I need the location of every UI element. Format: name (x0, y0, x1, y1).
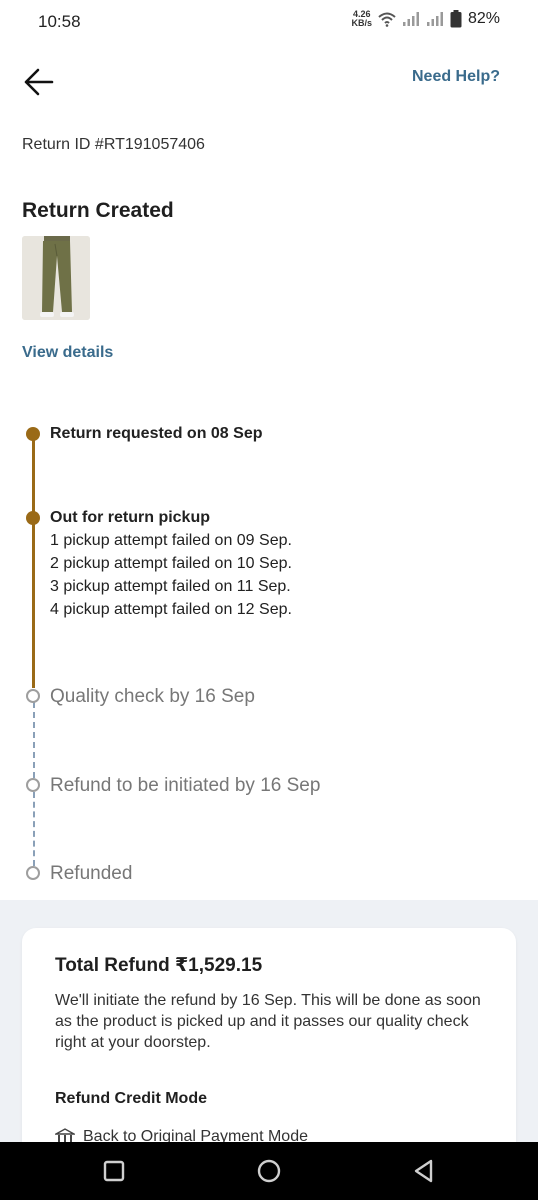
network-speed: 4.26 KB/s (351, 10, 372, 28)
pickup-attempts: 1 pickup attempt failed on 09 Sep. 2 pic… (50, 532, 292, 619)
signal-icon (402, 12, 419, 26)
timeline-dot-done (26, 511, 40, 525)
wifi-icon (378, 12, 396, 27)
system-nav-bar (0, 1142, 538, 1200)
status-icons: 4.26 KB/s 82% (351, 10, 500, 28)
refund-card: Total Refund ₹1,529.15 We'll initiate th… (22, 928, 516, 1158)
pickup-attempt-line: 1 pickup attempt failed on 09 Sep. (50, 532, 292, 549)
recents-icon (103, 1160, 125, 1182)
refund-description: We'll initiate the refund by 16 Sep. Thi… (55, 992, 481, 1051)
network-speed-unit: KB/s (351, 18, 372, 28)
timeline-step: Quality check by 16 Sep (50, 686, 255, 708)
return-id: Return ID #RT191057406 (22, 136, 205, 153)
status-time: 10:58 (38, 12, 81, 31)
timeline-step-title: Quality check by 16 Sep (50, 686, 255, 707)
timeline-dot-pending (26, 778, 40, 792)
timeline-line-completed (32, 434, 35, 688)
recents-button[interactable] (101, 1158, 127, 1184)
view-details-link[interactable]: View details (22, 344, 113, 362)
timeline-step-title: Out for return pickup (50, 509, 210, 526)
return-status-title: Return Created (22, 199, 174, 222)
signal-icon (426, 12, 443, 26)
back-icon (414, 1159, 433, 1183)
trousers-image (22, 236, 90, 320)
timeline-dot-pending (26, 689, 40, 703)
timeline-step-title: Refund to be initiated by 16 Sep (50, 775, 321, 796)
refund-mode-label: Refund Credit Mode (55, 1090, 207, 1107)
home-icon (257, 1159, 281, 1183)
timeline-step-title: Return requested on 08 Sep (50, 425, 263, 442)
timeline-dot-done (26, 427, 40, 441)
total-refund-title: Total Refund ₹1,529.15 (55, 955, 263, 976)
nav-back-button[interactable] (411, 1158, 437, 1184)
status-bar: 10:58 4.26 KB/s 82% (0, 0, 538, 44)
pickup-attempt-line: 4 pickup attempt failed on 12 Sep. (50, 601, 292, 618)
pickup-attempt-line: 3 pickup attempt failed on 11 Sep. (50, 578, 291, 595)
product-thumbnail[interactable] (22, 236, 90, 320)
timeline-step: Return requested on 08 Sep (50, 425, 263, 443)
back-button[interactable] (22, 66, 56, 98)
timeline-step: Out for return pickup 1 pickup attempt f… (50, 509, 292, 619)
timeline-step-title: Refunded (50, 863, 133, 884)
pickup-attempt-line: 2 pickup attempt failed on 10 Sep. (50, 555, 292, 572)
timeline-step: Refund to be initiated by 16 Sep (50, 775, 320, 797)
home-button[interactable] (256, 1158, 282, 1184)
battery-icon (450, 10, 462, 28)
arrow-left-icon (24, 68, 54, 96)
timeline-step: Refunded (50, 863, 132, 885)
timeline-line-pending (33, 792, 35, 866)
timeline-line-pending (33, 702, 35, 778)
battery-percent: 82% (467, 10, 500, 27)
need-help-link[interactable]: Need Help? (412, 68, 500, 86)
timeline-dot-pending (26, 866, 40, 880)
